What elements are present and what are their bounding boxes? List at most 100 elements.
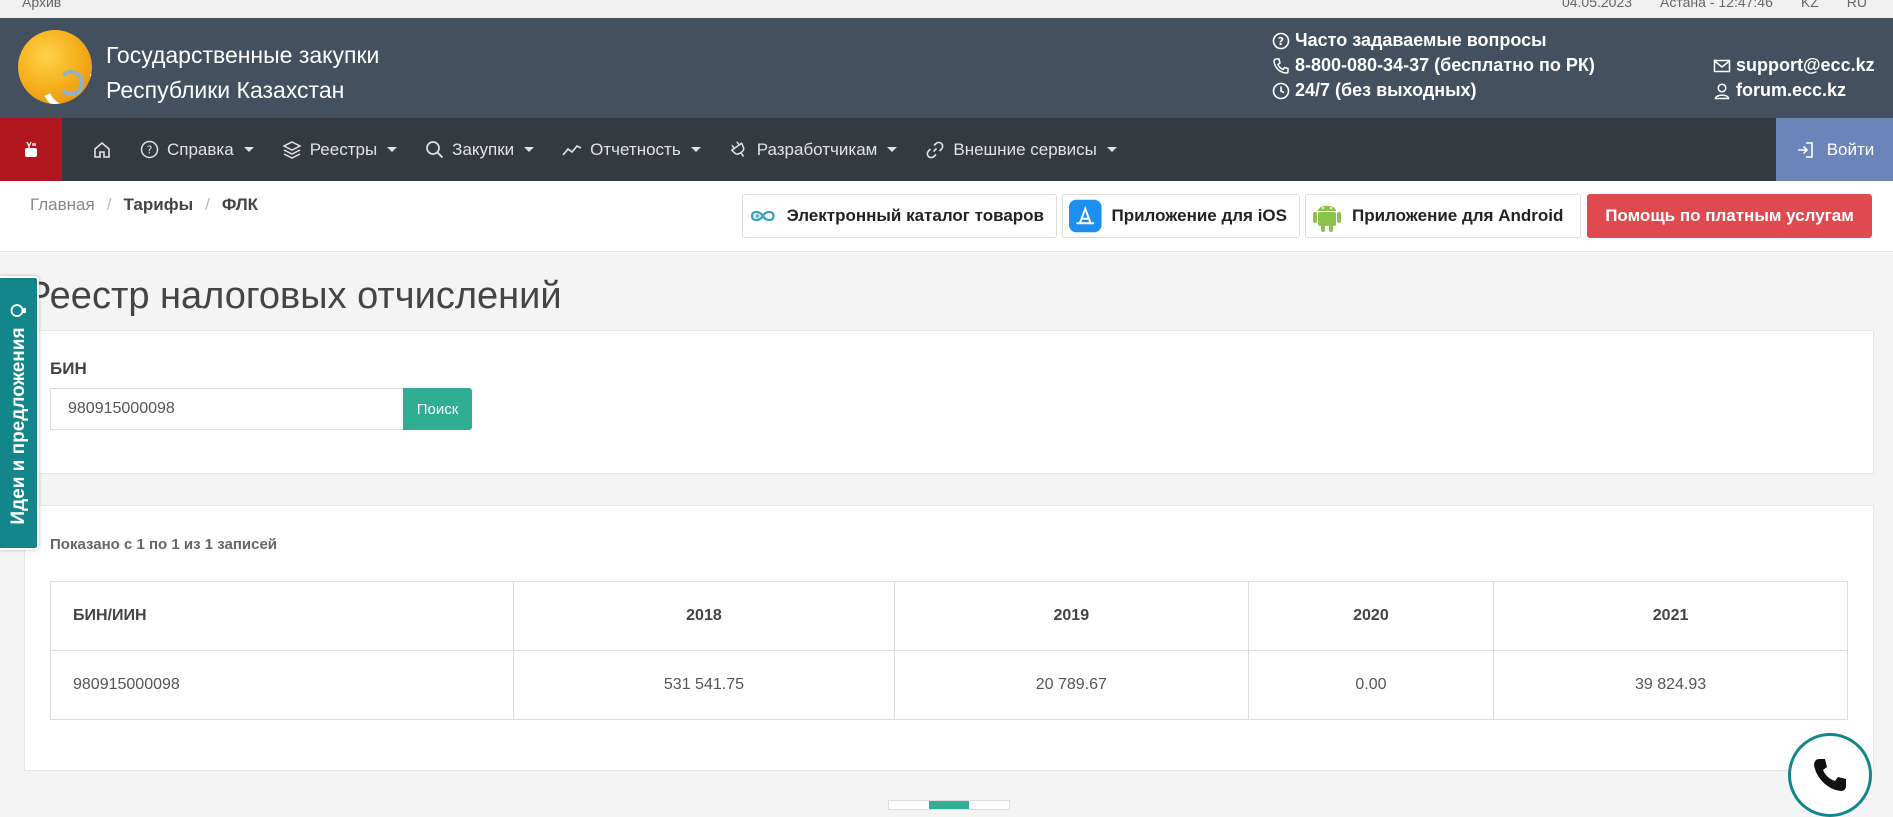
breadcrumb-flk: ФЛК	[221, 195, 259, 214]
chevron-down-icon	[887, 147, 898, 152]
contacts-right: support@ecc.kz forum.ecc.kz	[1713, 53, 1875, 103]
column-header-2020[interactable]: 2020	[1247, 581, 1495, 651]
brand-line-2: Республики Казахстан	[106, 77, 345, 103]
youtube-button[interactable]	[0, 118, 62, 181]
youtube-icon	[25, 141, 37, 157]
search-icon	[426, 141, 444, 159]
clock-icon	[1272, 82, 1290, 99]
table-row: 980915000098 531 541.75 20 789.67 0.00 3…	[50, 650, 1848, 720]
question-circle-icon: ?	[140, 140, 159, 159]
cell-2021: 39 824.93	[1493, 650, 1848, 720]
top-info-bar: Архив 04.05.2023 Астана - 12:47:46 KZ RU	[0, 0, 1893, 18]
cell-bin: 980915000098	[50, 650, 514, 720]
current-date: 04.05.2023	[1561, 0, 1633, 10]
nav-registries[interactable]: Реестры	[268, 118, 411, 181]
nav-registries-label: Реестры	[309, 139, 378, 159]
tax-table: БИН/ИИН 2018 2019 2020 2021 980915000098…	[50, 581, 1848, 720]
breadcrumb-separator: /	[205, 195, 210, 214]
contacts-left: ? Часто задаваемые вопросы 8-800-080-34-…	[1272, 28, 1595, 103]
nav-purchases[interactable]: Закупки	[411, 118, 548, 181]
ios-label: Приложение для iOS	[1111, 206, 1288, 225]
nav-external-label: Внешние сервисы	[953, 139, 1097, 159]
breadcrumb-tariffs[interactable]: Тарифы	[123, 195, 193, 215]
column-header-2019[interactable]: 2019	[893, 581, 1249, 651]
envelope-icon	[1713, 59, 1731, 72]
search-button[interactable]: Поиск	[403, 388, 472, 430]
home-icon	[94, 141, 110, 158]
logo-swirl-inner	[58, 70, 84, 96]
nav-developers[interactable]: Разработчикам	[715, 118, 912, 181]
forum-link[interactable]: forum.ecc.kz	[1713, 78, 1875, 103]
nav-external-services[interactable]: Внешние сервисы	[911, 118, 1131, 181]
faq-link[interactable]: ? Часто задаваемые вопросы	[1272, 28, 1595, 53]
user-icon	[1714, 82, 1730, 99]
bin-input[interactable]	[50, 388, 404, 430]
svg-text:?: ?	[147, 144, 153, 157]
chevron-down-icon	[524, 147, 535, 152]
hours-label: 24/7 (без выходных)	[1295, 80, 1477, 100]
phone-link[interactable]: 8-800-080-34-37 (бесплатно по РК)	[1272, 53, 1595, 78]
column-header-bin[interactable]: БИН/ИИН	[50, 581, 514, 651]
lang-kz-link[interactable]: KZ	[1801, 0, 1819, 10]
catalog-logo-icon	[750, 210, 775, 222]
nav-reports[interactable]: Отчетность	[548, 118, 715, 181]
lang-ru-link[interactable]: RU	[1847, 0, 1867, 10]
chevron-down-icon	[387, 147, 398, 152]
pagination[interactable]	[888, 800, 1010, 810]
brand-title[interactable]: Государственные закупки Республики Казах…	[106, 38, 379, 108]
breadcrumb-separator: /	[106, 195, 112, 214]
paid-services-help-button[interactable]: Помощь по платным услугам	[1587, 194, 1872, 238]
ideas-feedback-tab[interactable]: Идеи и предложения	[0, 276, 39, 550]
site-logo[interactable]	[18, 30, 92, 104]
email-link[interactable]: support@ecc.kz	[1713, 53, 1875, 78]
nav-home[interactable]	[78, 118, 126, 181]
lightbulb-icon	[10, 304, 26, 317]
chevron-down-icon	[690, 147, 701, 152]
records-summary: Показано с 1 по 1 из 1 записей	[50, 536, 278, 553]
faq-label: Часто задаваемые вопросы	[1295, 30, 1547, 50]
android-icon	[1313, 205, 1341, 232]
callback-button[interactable]	[1788, 733, 1872, 817]
nav-reports-label: Отчетность	[590, 139, 681, 159]
column-header-2018[interactable]: 2018	[513, 581, 895, 651]
android-label: Приложение для Android	[1352, 206, 1564, 225]
chevron-down-icon	[1106, 147, 1117, 152]
cell-2018: 531 541.75	[513, 650, 895, 720]
nav-developers-label: Разработчикам	[756, 139, 878, 159]
plug-icon	[730, 140, 745, 157]
question-circle-icon: ?	[1272, 32, 1290, 49]
nav-help[interactable]: ? Справка	[126, 118, 268, 181]
catalog-button[interactable]: Электронный каталог товаров	[742, 194, 1057, 238]
archive-link[interactable]: Архив	[22, 0, 61, 10]
breadcrumb: Главная / Тарифы / ФЛК	[30, 195, 258, 215]
layers-icon	[282, 140, 302, 159]
line-chart-icon	[562, 144, 582, 156]
app-store-icon	[1069, 199, 1102, 233]
page-title: Реестр налоговых отчислений	[26, 275, 562, 317]
android-app-button[interactable]: Приложение для Android	[1305, 194, 1581, 238]
login-button[interactable]: Войти	[1776, 118, 1893, 181]
sub-toolbar: Главная / Тарифы / ФЛК Электронный катал…	[0, 181, 1893, 252]
phone-number: 8-800-080-34-37 (бесплатно по РК)	[1295, 55, 1595, 75]
brand-line-1: Государственные закупки	[106, 42, 380, 68]
phone-icon	[1273, 57, 1289, 74]
link-icon	[926, 141, 944, 158]
working-hours: 24/7 (без выходных)	[1272, 78, 1595, 103]
chevron-down-icon	[243, 147, 254, 152]
nav-help-label: Справка	[167, 139, 234, 159]
svg-text:?: ?	[1278, 35, 1284, 48]
cell-2019: 20 789.67	[893, 650, 1249, 720]
table-header-row: БИН/ИИН 2018 2019 2020 2021	[50, 581, 1848, 651]
site-header: Государственные закупки Республики Казах…	[0, 18, 1893, 118]
ideas-feedback-label: Идеи и предложения	[7, 327, 29, 525]
breadcrumb-home[interactable]: Главная	[30, 195, 95, 215]
main-navbar: ? Справка Реестры Закупки Отчетность Раз…	[0, 118, 1893, 181]
pagination-current-page[interactable]	[929, 801, 969, 809]
cell-2020: 0.00	[1247, 650, 1495, 720]
column-header-2021[interactable]: 2021	[1493, 581, 1848, 651]
sign-in-icon	[1797, 141, 1813, 158]
ios-app-button[interactable]: Приложение для iOS	[1062, 194, 1300, 238]
bin-label: БИН	[50, 359, 87, 378]
search-panel: БИН Поиск	[24, 330, 1874, 474]
forum-address: forum.ecc.kz	[1736, 80, 1847, 100]
